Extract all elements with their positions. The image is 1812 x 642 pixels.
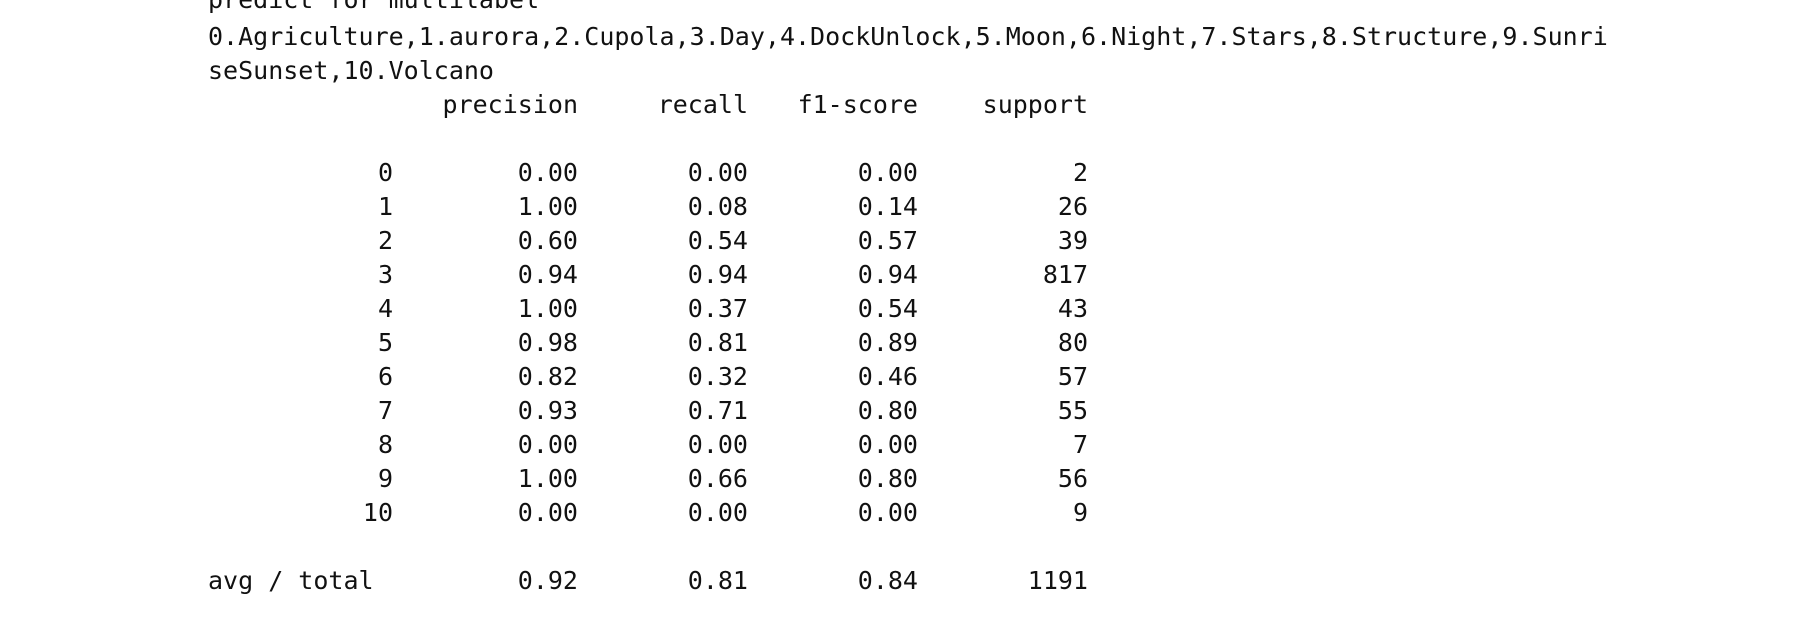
row-recall: 0.66 bbox=[687, 464, 748, 493]
row-label: 3 bbox=[377, 260, 393, 289]
table-row: 1 1.00 0.08 0.14 26 bbox=[208, 190, 1108, 224]
row-recall: 0.08 bbox=[687, 192, 748, 221]
table-row: 0 0.00 0.00 0.00 2 bbox=[208, 156, 1108, 190]
row-recall: 0.71 bbox=[687, 396, 748, 425]
row-f1-score: 0.57 bbox=[857, 226, 918, 255]
row-recall: 0.00 bbox=[687, 498, 748, 527]
row-support: 7 bbox=[1072, 430, 1088, 459]
row-f1-score: 0.46 bbox=[857, 362, 918, 391]
row-support: 56 bbox=[1057, 464, 1088, 493]
row-support: 43 bbox=[1057, 294, 1088, 323]
row-f1-score: 0.80 bbox=[857, 464, 918, 493]
header-recall: recall bbox=[657, 90, 748, 119]
table-row: 3 0.94 0.94 0.94 817 bbox=[208, 258, 1108, 292]
total-support: 1191 bbox=[1027, 566, 1088, 595]
total-recall: 0.81 bbox=[687, 566, 748, 595]
row-label: 6 bbox=[377, 362, 393, 391]
row-precision: 1.00 bbox=[517, 464, 578, 493]
row-support: 817 bbox=[1042, 260, 1088, 289]
row-recall: 0.37 bbox=[687, 294, 748, 323]
row-precision: 0.98 bbox=[517, 328, 578, 357]
report-total-row: avg / total 0.92 0.81 0.84 1191 bbox=[208, 564, 1108, 598]
classification-report: precision recall f1-score support 0 0.00 0… bbox=[208, 88, 1108, 598]
row-label: 0 bbox=[377, 158, 393, 187]
row-support: 26 bbox=[1057, 192, 1088, 221]
table-row: 6 0.82 0.32 0.46 57 bbox=[208, 360, 1108, 394]
table-row: 7 0.93 0.71 0.80 55 bbox=[208, 394, 1108, 428]
total-precision: 0.92 bbox=[517, 566, 578, 595]
row-recall: 0.32 bbox=[687, 362, 748, 391]
header-f1-score: f1-score bbox=[797, 90, 918, 119]
row-label: 2 bbox=[377, 226, 393, 255]
class-names-line: 0.Agriculture,1.aurora,2.Cupola,3.Day,4.… bbox=[208, 22, 1608, 51]
row-f1-score: 0.14 bbox=[857, 192, 918, 221]
row-support: 57 bbox=[1057, 362, 1088, 391]
row-precision: 0.82 bbox=[517, 362, 578, 391]
row-label: 7 bbox=[377, 396, 393, 425]
row-support: 39 bbox=[1057, 226, 1088, 255]
row-precision: 0.60 bbox=[517, 226, 578, 255]
report-header-row: precision recall f1-score support bbox=[208, 88, 1108, 122]
row-label: 1 bbox=[377, 192, 393, 221]
row-label: 5 bbox=[377, 328, 393, 357]
row-support: 2 bbox=[1072, 158, 1088, 187]
console-output: predict for multilabel 0.Agriculture,1.a… bbox=[208, 0, 1798, 642]
row-precision: 0.00 bbox=[517, 158, 578, 187]
row-recall: 0.81 bbox=[687, 328, 748, 357]
table-row: 5 0.98 0.81 0.89 80 bbox=[208, 326, 1108, 360]
total-label: avg / total bbox=[208, 566, 374, 595]
output-title: predict for multilabel bbox=[208, 0, 539, 17]
report-rows: 0 0.00 0.00 0.00 2 1 1.00 0.08 0.14 26 2 0.60 0.54 0.… bbox=[208, 156, 1108, 530]
class-names-line-continued: seSunset,10.Volcano bbox=[208, 56, 494, 85]
row-f1-score: 0.89 bbox=[857, 328, 918, 357]
row-label: 9 bbox=[377, 464, 393, 493]
header-precision: precision bbox=[442, 90, 578, 119]
table-row: 8 0.00 0.00 0.00 7 bbox=[208, 428, 1108, 462]
row-support: 9 bbox=[1072, 498, 1088, 527]
row-support: 80 bbox=[1057, 328, 1088, 357]
header-support: support bbox=[982, 90, 1088, 119]
row-precision: 0.00 bbox=[517, 430, 578, 459]
table-row: 9 1.00 0.66 0.80 56 bbox=[208, 462, 1108, 496]
row-label: 10 bbox=[362, 498, 393, 527]
row-f1-score: 0.54 bbox=[857, 294, 918, 323]
row-support: 55 bbox=[1057, 396, 1088, 425]
total-f1-score: 0.84 bbox=[857, 566, 918, 595]
row-precision: 1.00 bbox=[517, 192, 578, 221]
row-f1-score: 0.00 bbox=[857, 498, 918, 527]
row-precision: 1.00 bbox=[517, 294, 578, 323]
row-precision: 0.00 bbox=[517, 498, 578, 527]
row-f1-score: 0.94 bbox=[857, 260, 918, 289]
row-label: 8 bbox=[377, 430, 393, 459]
row-f1-score: 0.00 bbox=[857, 430, 918, 459]
table-row: 2 0.60 0.54 0.57 39 bbox=[208, 224, 1108, 258]
row-recall: 0.54 bbox=[687, 226, 748, 255]
row-f1-score: 0.80 bbox=[857, 396, 918, 425]
row-label: 4 bbox=[377, 294, 393, 323]
table-row: 4 1.00 0.37 0.54 43 bbox=[208, 292, 1108, 326]
table-row: 10 0.00 0.00 0.00 9 bbox=[208, 496, 1108, 530]
row-recall: 0.00 bbox=[687, 158, 748, 187]
row-f1-score: 0.00 bbox=[857, 158, 918, 187]
row-recall: 0.94 bbox=[687, 260, 748, 289]
row-precision: 0.93 bbox=[517, 396, 578, 425]
row-recall: 0.00 bbox=[687, 430, 748, 459]
row-precision: 0.94 bbox=[517, 260, 578, 289]
